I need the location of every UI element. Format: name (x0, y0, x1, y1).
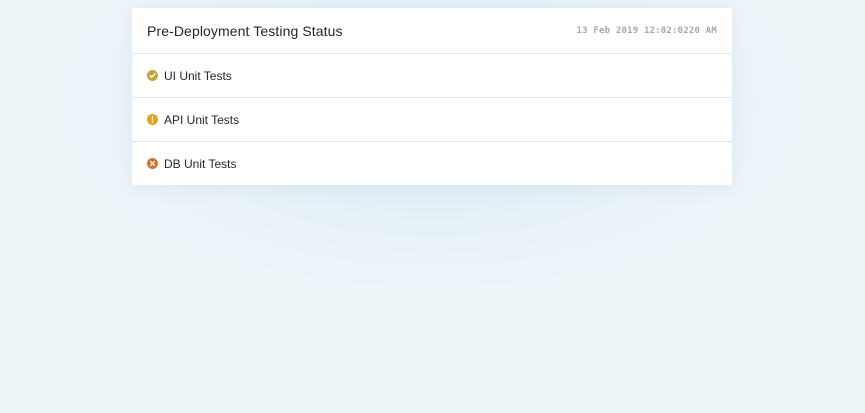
exclamation-circle-icon (147, 114, 158, 125)
test-row-ui[interactable]: UI Unit Tests (132, 54, 732, 98)
testing-status-panel: Pre-Deployment Testing Status 13 Feb 201… (132, 8, 732, 185)
test-label: DB Unit Tests (164, 156, 237, 171)
check-circle-icon (147, 70, 158, 81)
panel-header: Pre-Deployment Testing Status 13 Feb 201… (132, 8, 732, 54)
timestamp: 13 Feb 2019 12:02:0220 AM (576, 25, 717, 36)
test-row-db[interactable]: DB Unit Tests (132, 142, 732, 185)
test-label: UI Unit Tests (164, 68, 232, 83)
test-row-api[interactable]: API Unit Tests (132, 98, 732, 142)
test-label: API Unit Tests (164, 112, 240, 127)
x-circle-icon (147, 158, 158, 169)
panel-title: Pre-Deployment Testing Status (147, 22, 343, 39)
